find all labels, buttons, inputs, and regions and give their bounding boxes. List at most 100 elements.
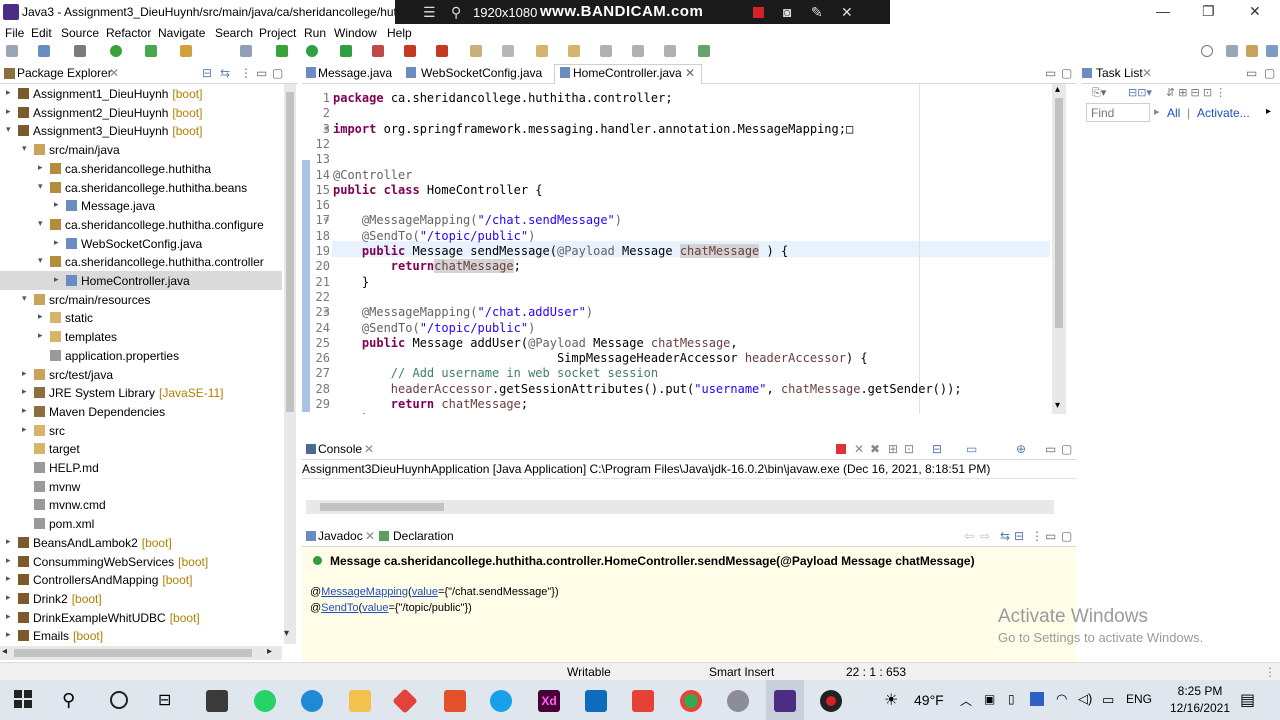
close-tab-icon[interactable]: ✕: [685, 66, 695, 80]
chevron-right-icon[interactable]: ▸: [6, 536, 11, 547]
tree-item[interactable]: ▾ ca.sheridancollege.huthitha.beans: [0, 178, 282, 197]
tab-websocketconfig-java[interactable]: WebSocketConfig.java: [421, 66, 542, 80]
code-area[interactable]: 1 package ca.sheridancollege.huthitha.con…: [302, 84, 1050, 414]
chevron-right-icon[interactable]: ▸: [6, 106, 11, 117]
chevron-right-icon[interactable]: ▸: [22, 386, 27, 397]
minimize-console-icon[interactable]: ▭: [1045, 442, 1056, 456]
tree-item[interactable]: ▾ src/main/java: [0, 140, 282, 159]
maximize-view-icon[interactable]: ▢: [272, 66, 283, 80]
tree-scroll-down-icon[interactable]: ▾: [284, 628, 289, 639]
fold-icon[interactable]: ⊕: [324, 124, 329, 133]
collapse-all-icon[interactable]: ⊟: [202, 66, 212, 80]
scroll-right-icon[interactable]: ▸: [267, 646, 272, 657]
wifi-icon[interactable]: ◠: [1056, 691, 1067, 707]
tree-scroll-thumb[interactable]: [286, 92, 294, 412]
chevron-down-icon[interactable]: ▾: [38, 218, 43, 229]
chevron-up-icon[interactable]: ︿: [960, 692, 972, 709]
chevron-right-icon[interactable]: ▸: [22, 424, 27, 435]
chevron-right-icon[interactable]: ▸: [38, 311, 43, 322]
value-link[interactable]: value: [412, 586, 438, 598]
tab-declaration[interactable]: Declaration: [393, 529, 454, 543]
tree-item[interactable]: ▸ Emails [boot]: [0, 626, 282, 645]
tab-homecontroller-java[interactable]: HomeController.java: [573, 66, 682, 80]
tree-item[interactable]: ▸ templates: [0, 327, 282, 346]
volume-icon[interactable]: ◁): [1078, 691, 1092, 707]
view-menu-icon[interactable]: ⋮: [240, 66, 252, 80]
chevron-right-icon[interactable]: ▸: [22, 405, 27, 416]
pdf-reader-icon[interactable]: [632, 690, 654, 712]
chevron-right-icon[interactable]: ▸: [6, 592, 11, 603]
menu-run[interactable]: Run: [304, 26, 326, 40]
open-type-icon[interactable]: [240, 45, 252, 57]
battery-icon[interactable]: ▭: [1102, 692, 1114, 708]
back-icon[interactable]: [600, 45, 612, 57]
maximize-javadoc-icon[interactable]: ▢: [1061, 529, 1072, 543]
chevron-right-icon[interactable]: ▸: [6, 87, 11, 98]
console-horizontal-scrollbar[interactable]: [306, 500, 1054, 514]
bandicam-taskbar-icon[interactable]: [820, 690, 842, 712]
tree-item[interactable]: ▸ WebSocketConfig.java: [0, 234, 282, 253]
open-console-icon[interactable]: ⊕: [1016, 442, 1026, 456]
pin-toolbar-icon[interactable]: [180, 45, 192, 57]
tree-vertical-scrollbar[interactable]: [284, 84, 296, 644]
chevron-right-icon[interactable]: ▸: [6, 629, 11, 640]
close-icon[interactable]: ✕: [841, 4, 853, 21]
tree-item[interactable]: ▸ ca.sheridancollege.huthitha: [0, 159, 282, 178]
link-with-selection-icon[interactable]: ⇆: [1000, 529, 1010, 543]
tree-item[interactable]: ▸ static: [0, 308, 282, 327]
store-icon[interactable]: [206, 690, 228, 712]
start-icon[interactable]: [14, 690, 36, 712]
record-stop-icon[interactable]: [753, 7, 764, 18]
tree-item[interactable]: pom.xml: [0, 514, 282, 533]
menu-edit[interactable]: Edit: [31, 26, 52, 40]
last-edit-icon[interactable]: [664, 45, 676, 57]
terminate-console-icon[interactable]: [836, 444, 846, 454]
print-icon[interactable]: [74, 45, 86, 57]
tree-item[interactable]: target: [0, 439, 282, 458]
tree-item[interactable]: mvnw.cmd: [0, 495, 282, 514]
task-view-icon[interactable]: ⊟: [158, 690, 180, 712]
remove-launch-icon[interactable]: ✕: [854, 442, 864, 456]
menu-refactor[interactable]: Refactor: [106, 26, 151, 40]
refresh-icon[interactable]: [145, 45, 157, 57]
menu-help[interactable]: Help: [387, 26, 412, 40]
activate-task-link[interactable]: Activate...: [1197, 106, 1250, 120]
status-more-icon[interactable]: ⋮: [1264, 665, 1276, 679]
tree-item[interactable]: ▸ BeansAndLambok2 [boot]: [0, 533, 282, 552]
chevron-right-icon[interactable]: ▸: [6, 611, 11, 622]
minimize-button[interactable]: —: [1156, 3, 1170, 19]
app-icon[interactable]: [727, 690, 749, 712]
menu-window[interactable]: Window: [334, 26, 377, 40]
console-hscroll-thumb[interactable]: [320, 503, 444, 511]
chevron-right-icon[interactable]: ▸: [6, 555, 11, 566]
notification-icon[interactable]: ▤: [1240, 690, 1255, 710]
menu-icon[interactable]: ☰: [423, 4, 436, 21]
close-tab-icon[interactable]: ✕: [365, 529, 375, 543]
fold-icon[interactable]: ⊖: [324, 215, 329, 224]
maximize-view-icon[interactable]: ▢: [1264, 66, 1275, 80]
perspective-icon[interactable]: [1226, 45, 1238, 57]
cortana-icon[interactable]: [110, 691, 128, 709]
view-menu-icon[interactable]: ⋮: [1031, 529, 1043, 543]
tree-item[interactable]: ▸ Maven Dependencies: [0, 402, 282, 421]
java-perspective-icon[interactable]: [1246, 45, 1258, 57]
search-icon[interactable]: [1201, 45, 1213, 57]
tree-item[interactable]: ▾ ca.sheridancollege.huthitha.controller: [0, 252, 282, 271]
filter-icon[interactable]: ⊟⊡▾: [1128, 86, 1152, 99]
close-button[interactable]: ✕: [1249, 3, 1261, 20]
clock-date[interactable]: 12/16/2021: [1160, 701, 1240, 715]
menu-project[interactable]: Project: [259, 26, 296, 40]
chevron-down-icon[interactable]: ▾: [6, 124, 11, 135]
tree-item[interactable]: ▸ ControllersAndMapping [boot]: [0, 570, 282, 589]
message-mapping-link[interactable]: MessageMapping: [321, 586, 408, 598]
scroll-down-icon[interactable]: ▾: [1055, 400, 1060, 411]
chevron-down-icon[interactable]: ▾: [22, 293, 27, 304]
tree-item[interactable]: ▸ Drink2 [boot]: [0, 589, 282, 608]
tree-item[interactable]: ▾ ca.sheridancollege.huthitha.configure: [0, 215, 282, 234]
chevron-right-icon[interactable]: ▸: [1266, 106, 1271, 117]
chevron-right-icon[interactable]: ▸: [22, 368, 27, 379]
minimize-javadoc-icon[interactable]: ▭: [1045, 529, 1056, 543]
tree-item[interactable]: HELP.md: [0, 458, 282, 477]
weather-icon[interactable]: ☀: [884, 690, 898, 710]
pen-icon[interactable]: ✎: [811, 4, 823, 21]
